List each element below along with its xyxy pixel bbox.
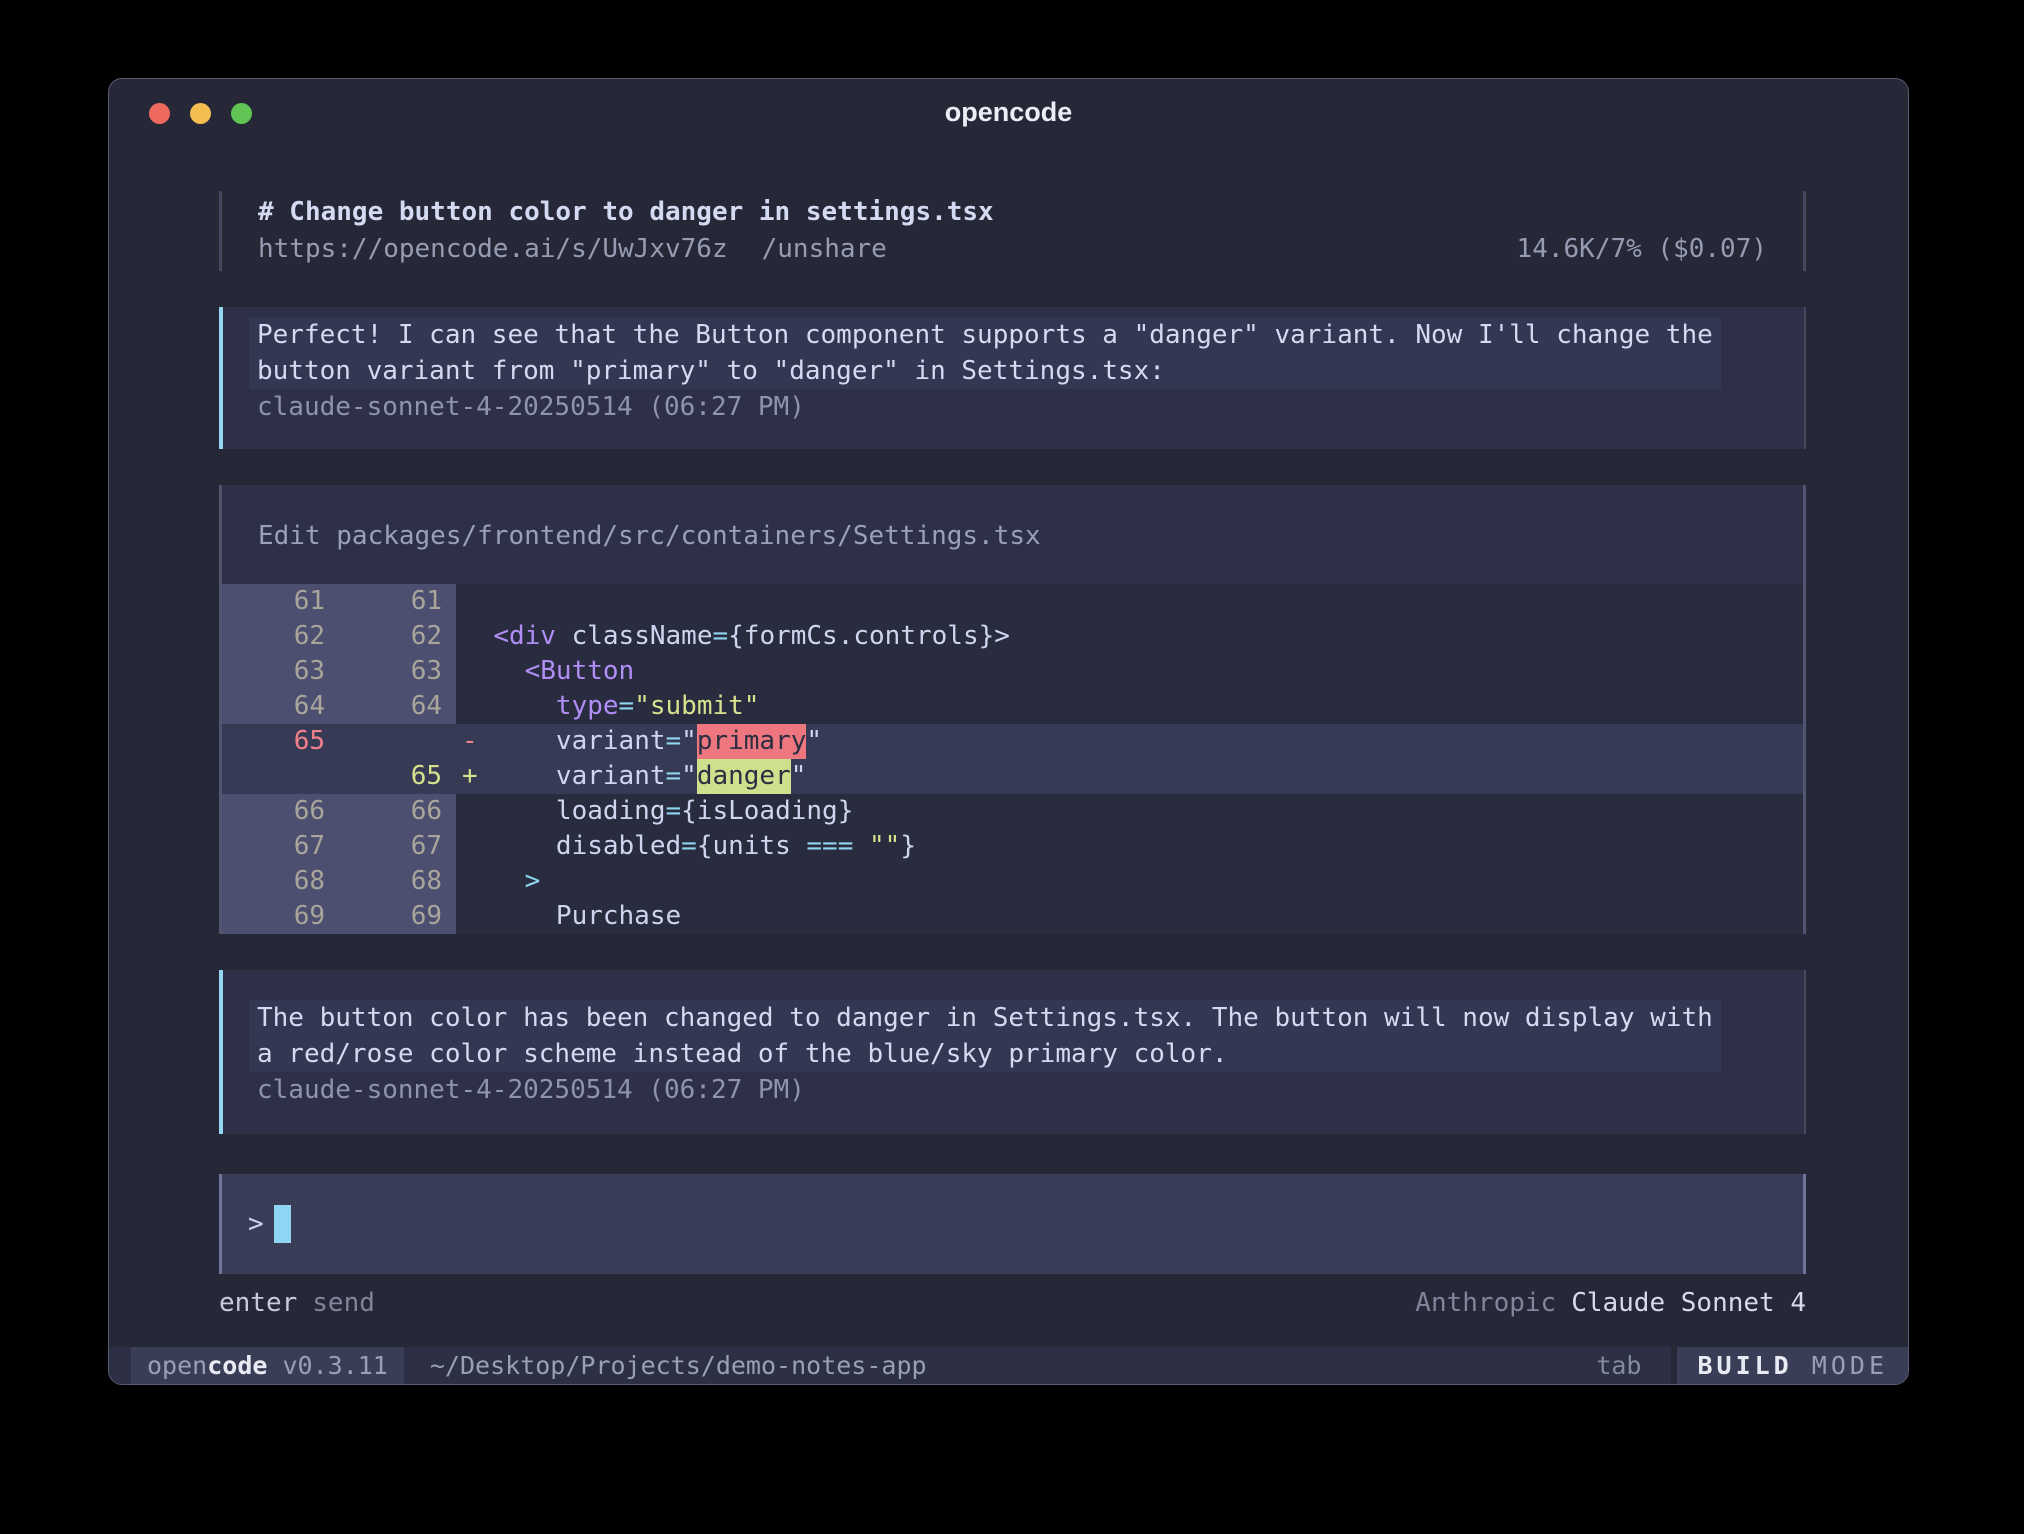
diff-row: 6363 <Button [222,654,1803,689]
message-model-meta: claude-sonnet-4-20250514 (06:27 PM) [257,1072,1776,1108]
new-line-number: 65 [339,759,456,794]
diff-row: 6161 [222,584,1803,619]
assistant-message: The button color has been changed to dan… [219,970,1806,1134]
assistant-message: Perfect! I can see that the Button compo… [219,307,1806,449]
provider-name: Anthropic [1415,1285,1556,1321]
diff-row: 65 - variant="primary" [222,724,1803,759]
old-line-number: 61 [222,584,339,619]
new-line-number: 62 [339,619,456,654]
diff-code-line: type="submit" [456,689,1803,724]
diff-code-line: <Button [456,654,1803,689]
zoom-window-button[interactable] [231,103,252,124]
mode-label: MODE [1793,1351,1888,1380]
status-bar: opencode v0.3.11 ~/Desktop/Projects/demo… [109,1347,1908,1384]
diff-code-line: + variant="danger" [456,759,1803,794]
message-model-meta: claude-sonnet-4-20250514 (06:27 PM) [257,389,1776,425]
edit-tool-title: Edit packages/frontend/src/containers/Se… [222,485,1803,584]
diff-row: 6464 type="submit" [222,689,1803,724]
diff-row: 65+ variant="danger" [222,759,1803,794]
message-line: The button color has been changed to dan… [257,1000,1713,1036]
message-paragraph: The button color has been changed to dan… [249,1000,1721,1072]
new-line-number: 69 [339,899,456,934]
diff-row: 6262 <div className={formCs.controls}> [222,619,1803,654]
diff-code-line: Purchase [456,899,1803,934]
close-window-button[interactable] [149,103,170,124]
mode-name: BUILD [1697,1351,1792,1380]
new-line-number: 68 [339,864,456,899]
session-title: # Change button color to danger in setti… [258,194,1767,231]
old-line-number: 62 [222,619,339,654]
app-name-suffix: code [207,1351,267,1380]
prompt-input[interactable]: > [219,1174,1806,1274]
diff-code-line: <div className={formCs.controls}> [456,619,1803,654]
tab-key-hint: tab [1596,1347,1641,1384]
context-stats: 14.6K/7% ($0.07) [1517,231,1767,268]
session-subline: https://opencode.ai/s/UwJxv76z /unshare … [258,231,1767,268]
app-version [267,1351,282,1380]
send-action-hint: send [312,1285,375,1321]
session-header: # Change button color to danger in setti… [219,191,1806,271]
unshare-command[interactable]: /unshare [762,231,887,268]
titlebar: opencode [109,79,1908,145]
traffic-lights [149,103,252,124]
diff-row: 6868 > [222,864,1803,899]
old-line-number: 63 [222,654,339,689]
share-url: https://opencode.ai/s/UwJxv76z [258,231,728,268]
diff-code-line: > [456,864,1803,899]
message-line: button variant from "primary" to "danger… [257,353,1713,389]
old-line-number: 69 [222,899,339,934]
text-cursor [274,1205,291,1243]
diff-row: 6969 Purchase [222,899,1803,934]
diff-row: 6767 disabled={units === ""} [222,829,1803,864]
build-mode-chip[interactable]: BUILD MODE [1671,1347,1908,1384]
window-title: opencode [109,79,1908,145]
enter-key-hint: enter [219,1285,297,1321]
old-line-number [222,759,339,794]
new-line-number: 63 [339,654,456,689]
app-name-prefix: open [147,1351,207,1380]
diff-code-line: disabled={units === ""} [456,829,1803,864]
message-paragraph: Perfect! I can see that the Button compo… [249,317,1721,389]
new-line-number [339,724,456,759]
hint-row: enter send Anthropic Claude Sonnet 4 [219,1285,1806,1321]
old-line-number: 68 [222,864,339,899]
working-directory: ~/Desktop/Projects/demo-notes-app [430,1347,927,1384]
message-line: Perfect! I can see that the Button compo… [257,317,1713,353]
new-line-number: 66 [339,794,456,829]
old-line-number: 67 [222,829,339,864]
model-name: Claude Sonnet 4 [1571,1285,1806,1321]
edit-tool-block: Edit packages/frontend/src/containers/Se… [219,485,1806,934]
new-line-number: 61 [339,584,456,619]
new-line-number: 64 [339,689,456,724]
prompt-symbol: > [248,1209,264,1239]
diff-row: 6666 loading={isLoading} [222,794,1803,829]
diff-rows: 61616262 <div className={formCs.controls… [222,584,1803,934]
diff-code-line: - variant="primary" [456,724,1803,759]
app-version-number: v0.3.11 [283,1351,388,1380]
old-line-number: 66 [222,794,339,829]
minimize-window-button[interactable] [190,103,211,124]
main-column: # Change button color to danger in setti… [219,191,1806,1321]
app-version-chip: opencode v0.3.11 [131,1347,404,1384]
old-line-number: 65 [222,724,339,759]
diff-code-line [456,584,1803,619]
app-window: opencode # Change button color to danger… [108,78,1909,1385]
diff-code-line: loading={isLoading} [456,794,1803,829]
new-line-number: 67 [339,829,456,864]
old-line-number: 64 [222,689,339,724]
message-line: a red/rose color scheme instead of the b… [257,1036,1713,1072]
